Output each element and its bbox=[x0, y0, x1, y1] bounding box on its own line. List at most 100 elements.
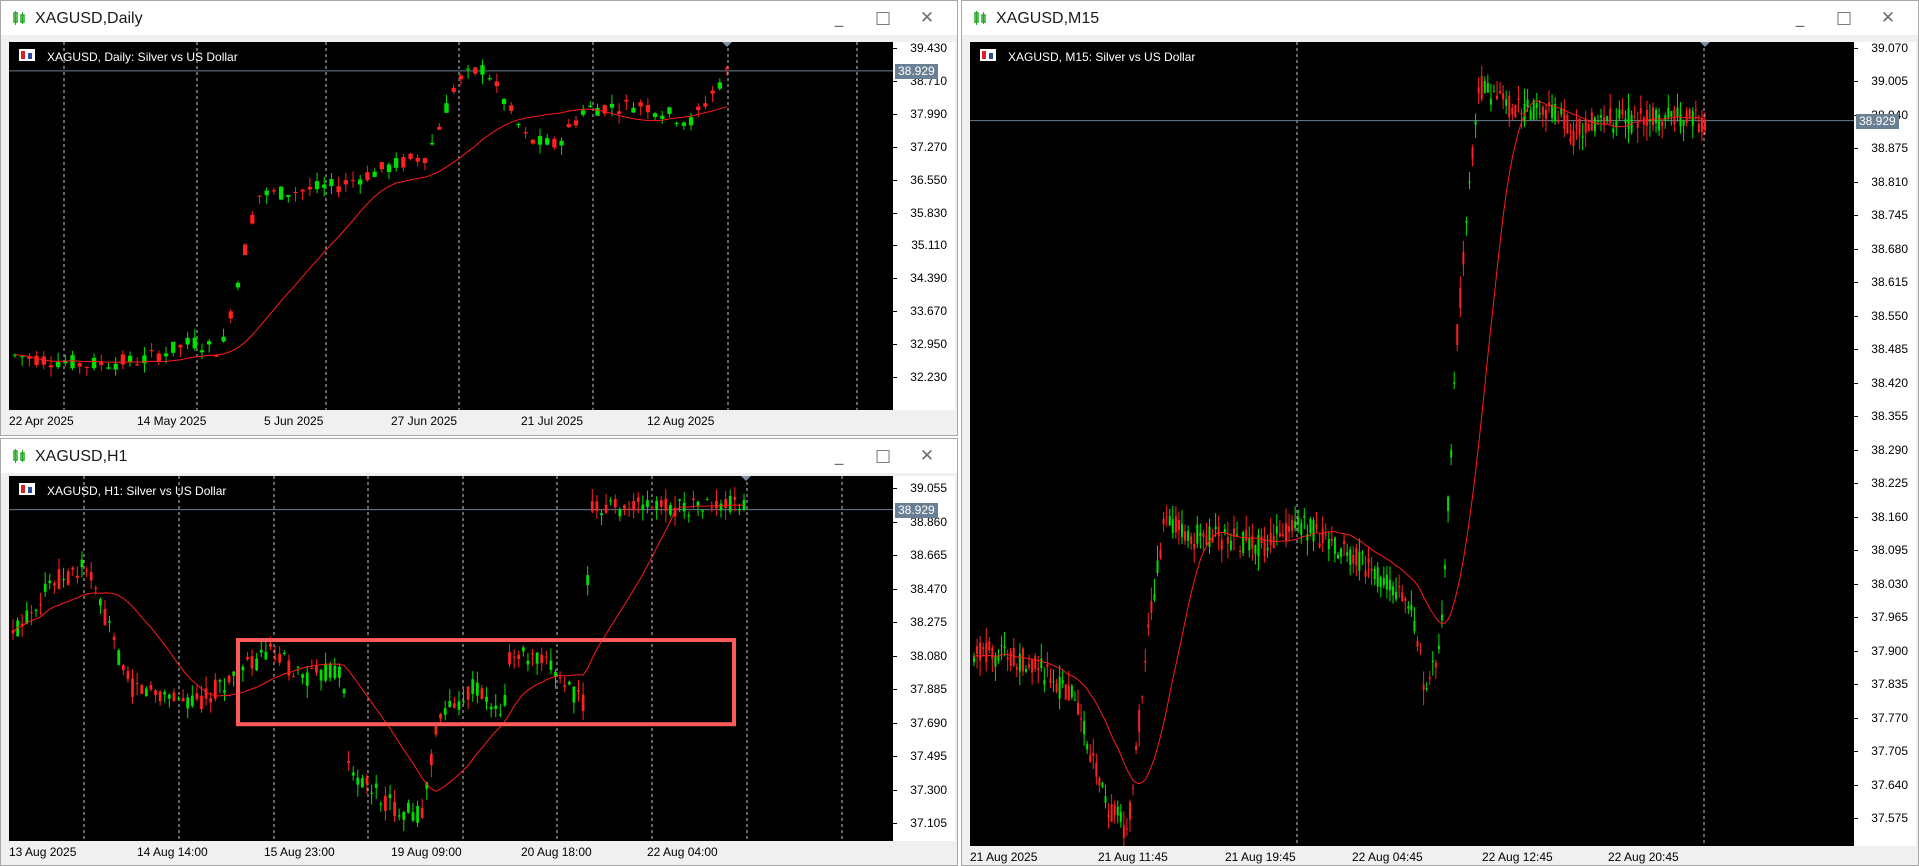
candle-body bbox=[1248, 538, 1251, 551]
candle-body bbox=[1587, 123, 1590, 131]
candle-body bbox=[485, 696, 488, 702]
candle-body bbox=[158, 691, 162, 702]
candle-body bbox=[1676, 107, 1679, 117]
candle-body bbox=[393, 801, 396, 817]
candle-body bbox=[120, 354, 126, 365]
candle-body bbox=[448, 700, 452, 708]
candle-body bbox=[75, 575, 79, 579]
candle-body bbox=[126, 670, 130, 680]
window-daily[interactable]: XAGUSD,Daily _ □ ✕ XAGUSD, Daily: Silver… bbox=[0, 0, 958, 436]
titlebar-h1[interactable]: XAGUSD,H1 _ □ ✕ bbox=[1, 439, 957, 473]
titlebar-m15[interactable]: XAGUSD,M15 _ □ ✕ bbox=[962, 1, 1918, 35]
candle-body bbox=[710, 507, 714, 509]
candle-body bbox=[618, 509, 622, 517]
candle-body bbox=[475, 682, 479, 696]
minimize-button[interactable]: _ bbox=[817, 6, 861, 30]
window-h1[interactable]: XAGUSD,H1 _ □ ✕ XAGUSD, H1: Silver vs US… bbox=[0, 438, 958, 866]
candle-body bbox=[1422, 684, 1425, 690]
candle-body bbox=[310, 668, 314, 670]
candle-body bbox=[1388, 580, 1391, 591]
candle-body bbox=[1107, 814, 1110, 818]
time-tick-label: 14 May 2025 bbox=[137, 414, 207, 428]
candle-body bbox=[264, 190, 269, 196]
candle-body bbox=[1385, 574, 1388, 590]
candle-body bbox=[1266, 547, 1269, 551]
candle-body bbox=[1162, 518, 1165, 525]
window-title: XAGUSD,Daily bbox=[35, 10, 143, 27]
candle-body bbox=[719, 503, 723, 511]
candle-body bbox=[322, 184, 327, 188]
candle-body bbox=[167, 694, 171, 699]
candle-body bbox=[34, 609, 38, 611]
window-m15[interactable]: XAGUSD,M15 _ □ ✕ XAGUSD, M15: Silver vs … bbox=[961, 0, 1919, 866]
candle-body bbox=[135, 364, 140, 366]
candle-body bbox=[659, 500, 663, 507]
candle-body bbox=[1336, 554, 1339, 559]
trading-icon bbox=[19, 49, 35, 61]
candle-body bbox=[77, 363, 82, 367]
candle-body bbox=[1664, 115, 1667, 121]
candle-body bbox=[641, 504, 645, 510]
candle-body bbox=[458, 75, 464, 80]
candle-body bbox=[1223, 529, 1226, 533]
candle-body bbox=[336, 186, 341, 193]
maximize-button[interactable]: □ bbox=[861, 6, 905, 30]
candle-body bbox=[1557, 120, 1560, 122]
candle-body bbox=[1177, 519, 1180, 531]
maximize-button[interactable]: □ bbox=[861, 444, 905, 468]
candle-body bbox=[370, 792, 373, 794]
candle-body bbox=[664, 498, 668, 511]
candle-body bbox=[471, 679, 475, 694]
candle-body bbox=[632, 500, 636, 511]
candle-body bbox=[678, 499, 682, 501]
candle-body bbox=[1076, 702, 1079, 715]
candle-body bbox=[462, 701, 465, 703]
candle-body bbox=[710, 90, 715, 94]
titlebar-daily[interactable]: XAGUSD,Daily _ □ ✕ bbox=[1, 1, 957, 35]
price-tick-label: 37.640 bbox=[1871, 777, 1908, 792]
trading-icon bbox=[19, 483, 35, 495]
chart-area-m15[interactable]: XAGUSD, M15: Silver vs US Dollar bbox=[970, 42, 1854, 846]
candle-body bbox=[1281, 534, 1284, 537]
close-button[interactable]: ✕ bbox=[905, 6, 949, 30]
candle-body bbox=[1517, 98, 1520, 101]
candle-body bbox=[365, 172, 370, 181]
candle-body bbox=[1465, 220, 1468, 223]
price-tick-label: 38.160 bbox=[1871, 509, 1908, 524]
candle-body bbox=[516, 123, 521, 125]
candle-body bbox=[498, 714, 502, 716]
candle-body bbox=[223, 690, 226, 693]
candle-body bbox=[1489, 98, 1492, 105]
candle-body bbox=[1581, 136, 1584, 138]
close-button[interactable]: ✕ bbox=[1866, 6, 1910, 30]
candle-body bbox=[717, 82, 722, 89]
price-tick-label: 39.430 bbox=[910, 41, 947, 55]
candle-body bbox=[1294, 521, 1297, 529]
candle-body bbox=[80, 559, 84, 568]
candle-body bbox=[733, 496, 737, 500]
candle-body bbox=[347, 760, 350, 763]
candle-body bbox=[1584, 121, 1587, 133]
candle-body bbox=[386, 164, 392, 173]
candle-body bbox=[1575, 123, 1578, 129]
chart-area-daily[interactable]: XAGUSD, Daily: Silver vs US Dollar bbox=[9, 42, 893, 410]
candle-body bbox=[1132, 788, 1135, 790]
candle-body bbox=[1471, 147, 1474, 160]
candle-body bbox=[1474, 120, 1477, 125]
candle-body bbox=[494, 705, 498, 710]
candle-body bbox=[1187, 530, 1190, 541]
candle-body bbox=[1095, 762, 1098, 777]
time-tick-label: 22 Aug 04:00 bbox=[647, 845, 718, 859]
minimize-button[interactable]: _ bbox=[1778, 6, 1822, 30]
candle-body bbox=[384, 795, 387, 811]
candle-body bbox=[195, 693, 199, 700]
price-tick-label: 37.575 bbox=[1871, 811, 1908, 825]
maximize-button[interactable]: □ bbox=[1822, 6, 1866, 30]
minimize-button[interactable]: _ bbox=[817, 444, 861, 468]
chart-area-h1[interactable]: XAGUSD, H1: Silver vs US Dollar bbox=[9, 476, 893, 841]
window-title: XAGUSD,H1 bbox=[35, 448, 128, 465]
close-button[interactable]: ✕ bbox=[905, 444, 949, 468]
candle-body bbox=[1572, 130, 1575, 147]
candle-body bbox=[537, 135, 543, 145]
candle-body bbox=[715, 500, 718, 509]
